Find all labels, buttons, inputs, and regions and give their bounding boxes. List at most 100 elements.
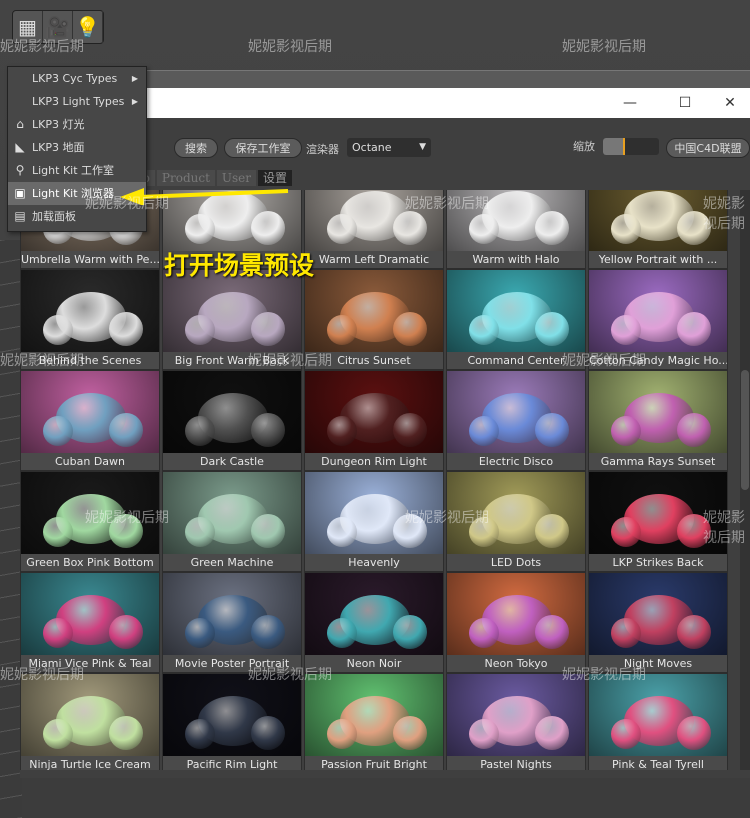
preset-tile[interactable]: Warm Left Dramatic <box>304 190 444 269</box>
preset-tile[interactable]: Big Front Warm Back <box>162 269 302 370</box>
preset-name: Green Machine <box>190 556 274 569</box>
preset-thumbnail <box>305 371 443 453</box>
preset-name: Warm with Halo <box>472 253 560 266</box>
menu-item-1[interactable]: LKP3 Light Types ▶ <box>8 90 146 113</box>
preset-tile[interactable]: Green Machine <box>162 471 302 572</box>
preset-tile[interactable]: Ninja Turtle Ice Cream <box>20 673 160 770</box>
preset-tile[interactable]: Passion Fruit Bright <box>304 673 444 770</box>
maximize-button[interactable]: ☐ <box>665 88 705 118</box>
preset-tile[interactable]: Heavenly <box>304 471 444 572</box>
renderer-select[interactable]: Octane ▼ <box>347 138 431 157</box>
preset-tile[interactable]: Pacific Rim Light <box>162 673 302 770</box>
save-studio-button[interactable]: 保存工作室 <box>224 138 302 158</box>
menu-item-0[interactable]: LKP3 Cyc Types ▶ <box>8 67 146 90</box>
tab-3[interactable]: 设置 <box>258 170 293 186</box>
preset-name: Pastel Nights <box>480 758 552 770</box>
preset-tile[interactable]: Miami Vice Pink & Teal <box>20 572 160 673</box>
menu-item-2[interactable]: ⌂ LKP3 灯光 <box>8 113 146 136</box>
submenu-arrow-icon: ▶ <box>131 97 138 106</box>
preset-name: LKP Strikes Back <box>612 556 704 569</box>
preset-thumbnail <box>305 472 443 554</box>
annotation-text: 打开场景预设 <box>164 251 315 280</box>
preset-name: Cuban Dawn <box>54 455 126 468</box>
alliance-button[interactable]: 中国C4D联盟 <box>666 138 750 158</box>
submenu-arrow-icon: ▶ <box>131 74 138 83</box>
preset-tile[interactable]: LED Dots <box>446 471 586 572</box>
menu-item-3[interactable]: ◣ LKP3 地面 <box>8 136 146 159</box>
zoom-label: 缩放 <box>573 140 595 153</box>
preset-tile[interactable]: Electric Disco <box>446 370 586 471</box>
menu-item-6[interactable]: ▤ 加载面板 <box>8 205 146 228</box>
preset-tile[interactable]: Dungeon Rim Light <box>304 370 444 471</box>
preset-tile[interactable]: Gamma Rays Sunset <box>588 370 728 471</box>
preset-name: Umbrella Warm with Pe... <box>21 253 159 266</box>
preset-tile[interactable]: Movie Poster Portrait <box>162 572 302 673</box>
window-icon[interactable]: ▦ <box>13 11 43 43</box>
preset-name: Ninja Turtle Ice Cream <box>29 758 151 770</box>
preset-thumbnail <box>447 270 585 352</box>
preset-tile[interactable]: Neon Noir <box>304 572 444 673</box>
search-button[interactable]: 搜索 <box>174 138 218 158</box>
preset-thumbnail <box>21 674 159 756</box>
menu-item-label: LKP3 Light Types <box>32 95 125 108</box>
lightbulb-icon[interactable]: 💡 <box>73 11 103 43</box>
preset-name: Heavenly <box>348 556 400 569</box>
preset-tile[interactable]: Citrus Sunset <box>304 269 444 370</box>
studio-icon: ⚲ <box>15 163 25 177</box>
renderer-label: 渲染器 <box>306 143 339 156</box>
tab-bar: opProductUser设置 <box>130 170 293 186</box>
preset-thumbnail <box>447 573 585 655</box>
lamp-icon: ⌂ <box>16 117 24 131</box>
menu-item-label: Light Kit 浏览器 <box>32 187 115 200</box>
preset-thumbnail <box>589 674 727 756</box>
preset-tile[interactable]: Warm with Halo <box>446 190 586 269</box>
preset-name: Pink & Teal Tyrell <box>612 758 704 770</box>
preset-name: Green Box Pink Bottom <box>26 556 154 569</box>
menu-item-label: 加载面板 <box>32 210 76 223</box>
preset-tile[interactable]: Pastel Nights <box>446 673 586 770</box>
window-titlebar: — ☐ ✕ <box>145 88 750 118</box>
preset-thumbnail <box>305 190 443 251</box>
preset-name: LED Dots <box>490 556 542 569</box>
annotation-arrow <box>120 188 289 205</box>
preset-thumbnail <box>447 472 585 554</box>
preset-tile[interactable]: Night Moves <box>588 572 728 673</box>
preset-thumbnail <box>21 472 159 554</box>
preset-tile[interactable]: LKP Strikes Back <box>588 471 728 572</box>
preset-name: Night Moves <box>623 657 693 670</box>
scrollbar[interactable] <box>740 190 750 770</box>
preset-tile[interactable]: Yellow Portrait with ... <box>588 190 728 269</box>
close-button[interactable]: ✕ <box>710 88 750 118</box>
preset-tile[interactable]: Behind the Scenes <box>20 269 160 370</box>
preset-thumbnail <box>589 573 727 655</box>
preset-tile[interactable]: Command Center <box>446 269 586 370</box>
preset-thumbnail <box>589 190 727 251</box>
menu-item-label: Light Kit 工作室 <box>32 164 115 177</box>
menu-item-4[interactable]: ⚲ Light Kit 工作室 <box>8 159 146 182</box>
preset-thumbnail <box>163 573 301 655</box>
tab-1[interactable]: Product <box>156 170 215 186</box>
minimize-button[interactable]: — <box>610 88 650 118</box>
preset-tile[interactable]: Cotton Candy Magic Ho... <box>588 269 728 370</box>
camera-icon[interactable]: 🎥 <box>43 11 73 43</box>
preset-thumbnail <box>163 472 301 554</box>
preset-thumbnail <box>447 371 585 453</box>
tab-2[interactable]: User <box>216 170 257 186</box>
panel-icon: ▤ <box>14 209 26 223</box>
floor-icon: ◣ <box>15 140 25 154</box>
preset-name: Gamma Rays Sunset <box>600 455 716 468</box>
preset-thumbnail <box>305 674 443 756</box>
zoom-slider[interactable] <box>603 138 659 155</box>
preset-tile[interactable]: Green Box Pink Bottom <box>20 471 160 572</box>
preset-name: Dungeon Rim Light <box>321 455 427 468</box>
preset-thumbnail <box>163 270 301 352</box>
preset-name: Movie Poster Portrait <box>174 657 290 670</box>
preset-tile[interactable]: Neon Tokyo <box>446 572 586 673</box>
scrollbar-thumb[interactable] <box>741 370 749 490</box>
preset-tile[interactable]: Cuban Dawn <box>20 370 160 471</box>
browser-icon: ▣ <box>14 186 26 200</box>
preset-name: Pacific Rim Light <box>186 758 278 770</box>
preset-tile[interactable]: Pink & Teal Tyrell <box>588 673 728 770</box>
preset-tile[interactable]: Dark Castle <box>162 370 302 471</box>
preset-thumbnail <box>21 270 159 352</box>
